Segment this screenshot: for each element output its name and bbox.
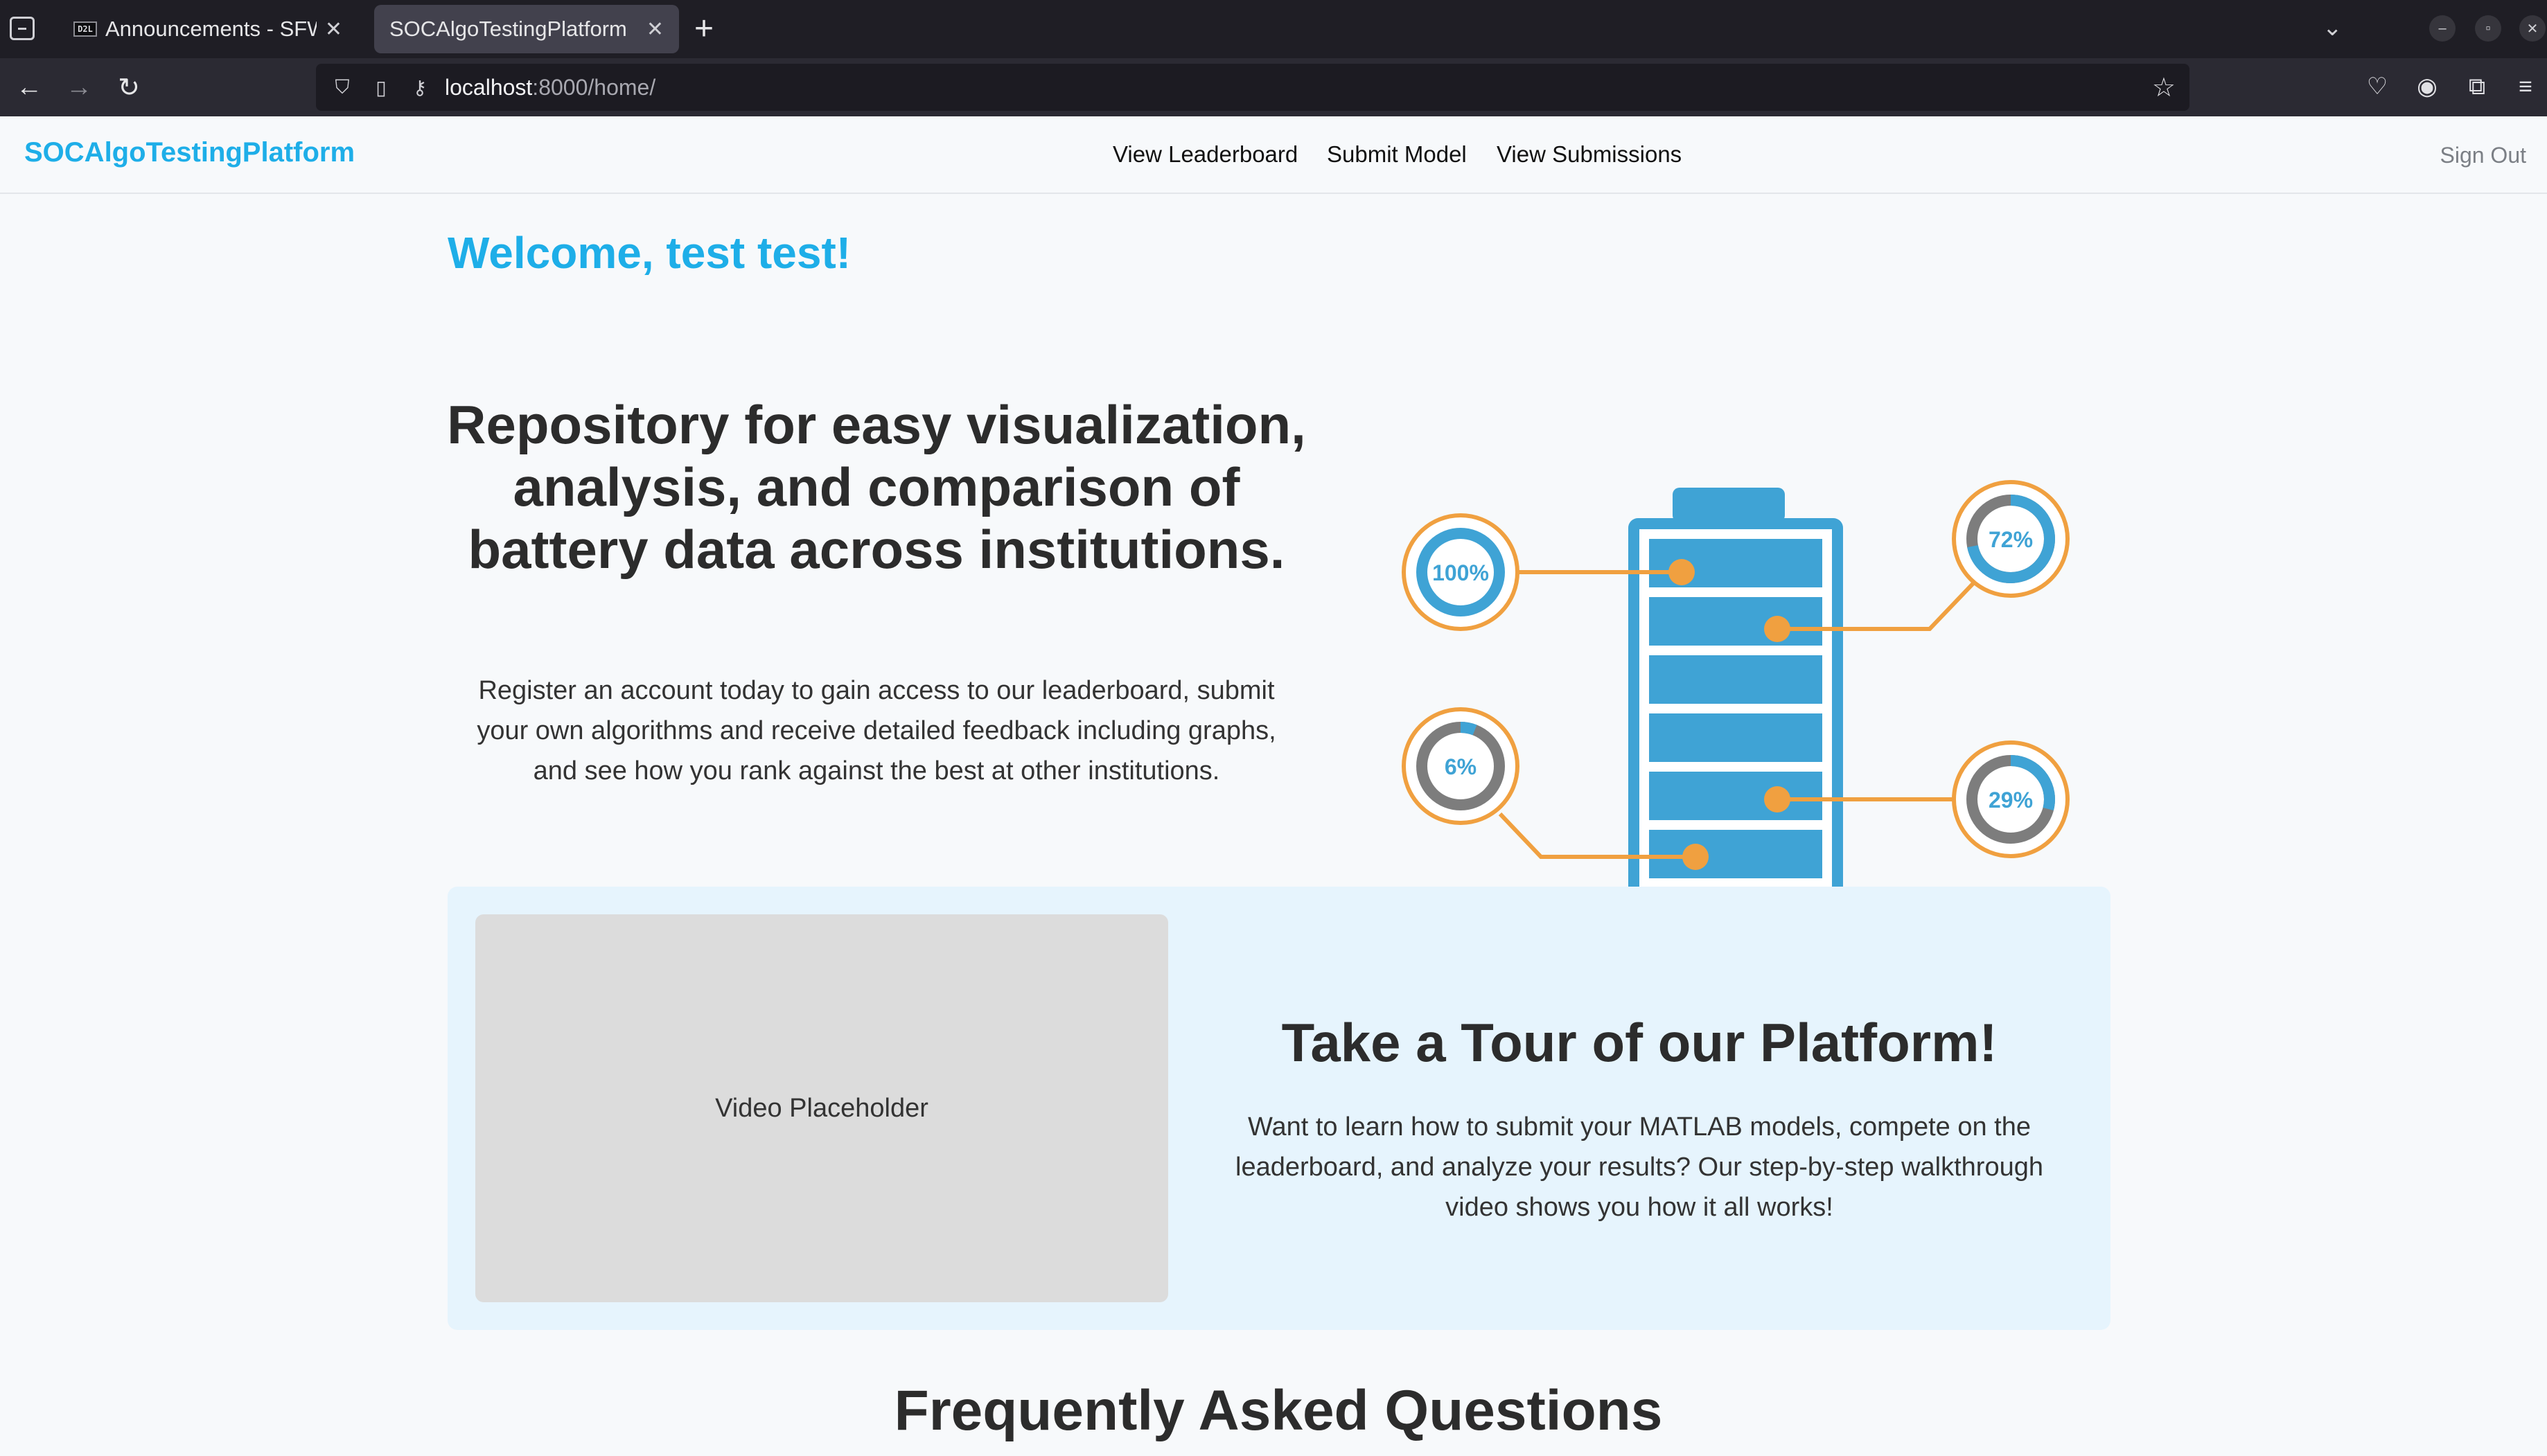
close-tab-icon[interactable]: ✕ <box>325 17 342 42</box>
extensions-icon[interactable]: ⧉ <box>2460 69 2494 104</box>
faq-heading: Frequently Asked Questions <box>894 1379 1663 1442</box>
list-all-tabs-chevron-icon[interactable]: ⌄ <box>2323 14 2343 42</box>
menu-icon[interactable]: ≡ <box>2508 69 2543 104</box>
restore-window-icon[interactable]: ▫ <box>2475 15 2501 42</box>
page-content: SOCAlgoTestingPlatform View Leaderboard … <box>0 116 2547 1456</box>
tab-title: SOCAlgoTestingPlatform <box>389 17 627 41</box>
nav-view-submissions[interactable]: View Submissions <box>1497 141 1682 168</box>
nav-view-leaderboard[interactable]: View Leaderboard <box>1113 141 1298 168</box>
gauge-label: 6% <box>1445 754 1477 779</box>
gauge-72: 72% <box>1952 480 2070 598</box>
site-navbar: SOCAlgoTestingPlatform View Leaderboard … <box>0 116 2547 194</box>
pocket-icon[interactable]: ♡ <box>2360 69 2395 104</box>
reload-icon[interactable]: ↻ <box>109 68 148 107</box>
url-path: :8000/home/ <box>532 74 656 100</box>
tab-socalgo[interactable]: SOCAlgoTestingPlatform ✕ <box>374 5 679 53</box>
tour-text: Want to learn how to submit your MATLAB … <box>1235 1112 2043 1222</box>
new-tab-plus-icon[interactable]: + <box>694 10 714 48</box>
tab-announcements[interactable]: D2L Announcements - SFWRE ✕ <box>58 5 358 53</box>
gauge-29: 29% <box>1952 740 2070 858</box>
hero-text: Register an account today to gain access… <box>477 676 1276 785</box>
battery-cap <box>1673 488 1785 522</box>
welcome-heading: Welcome, test test! <box>448 228 852 278</box>
close-tab-icon[interactable]: ✕ <box>646 17 664 42</box>
gauge-label: 72% <box>1989 527 2033 552</box>
gauge-6: 6% <box>1402 707 1519 825</box>
minimize-window-icon[interactable]: – <box>2429 15 2456 42</box>
video-placeholder[interactable]: Video Placeholder <box>475 914 1168 1302</box>
page-info-icon[interactable]: ▯ <box>369 76 394 99</box>
sign-out-link[interactable]: Sign Out <box>2440 143 2526 168</box>
nav-submit-model[interactable]: Submit Model <box>1327 141 1467 168</box>
gauge-label: 29% <box>1989 788 2033 813</box>
close-window-icon[interactable]: ✕ <box>2519 15 2546 42</box>
url-host: localhost <box>445 74 533 100</box>
bookmark-star-icon[interactable]: ☆ <box>2152 72 2176 103</box>
address-bar[interactable]: ⛉ ▯ ⚷ localhost:8000/home/ ☆ <box>316 64 2189 111</box>
tab-list-icon[interactable] <box>10 17 35 40</box>
brand-link[interactable]: SOCAlgoTestingPlatform <box>24 137 355 168</box>
shield-icon[interactable]: ⛉ <box>330 76 355 99</box>
tour-title: Take a Tour of our Platform! <box>1281 1012 1998 1073</box>
hero-title: Repository for easy visualization, analy… <box>447 394 1306 580</box>
key-icon[interactable]: ⚷ <box>407 76 432 99</box>
back-arrow-icon[interactable]: ← <box>10 68 49 107</box>
account-icon[interactable]: ◉ <box>2410 69 2444 104</box>
browser-tab-strip: D2L Announcements - SFWRE ✕ SOCAlgoTesti… <box>0 0 2547 58</box>
forward-arrow-icon[interactable]: → <box>60 68 98 107</box>
gauge-label: 100% <box>1432 560 1489 585</box>
tab-title: Announcements - SFWRE <box>105 17 317 41</box>
d2l-favicon-icon: D2L <box>73 21 97 37</box>
video-placeholder-label: Video Placeholder <box>715 1093 928 1123</box>
tour-section: Video Placeholder Take a Tour of our Pla… <box>448 887 2110 1330</box>
gauge-100: 100% <box>1402 513 1519 631</box>
battery-illustration: 100% 72% 6% 29% <box>1402 480 2070 909</box>
